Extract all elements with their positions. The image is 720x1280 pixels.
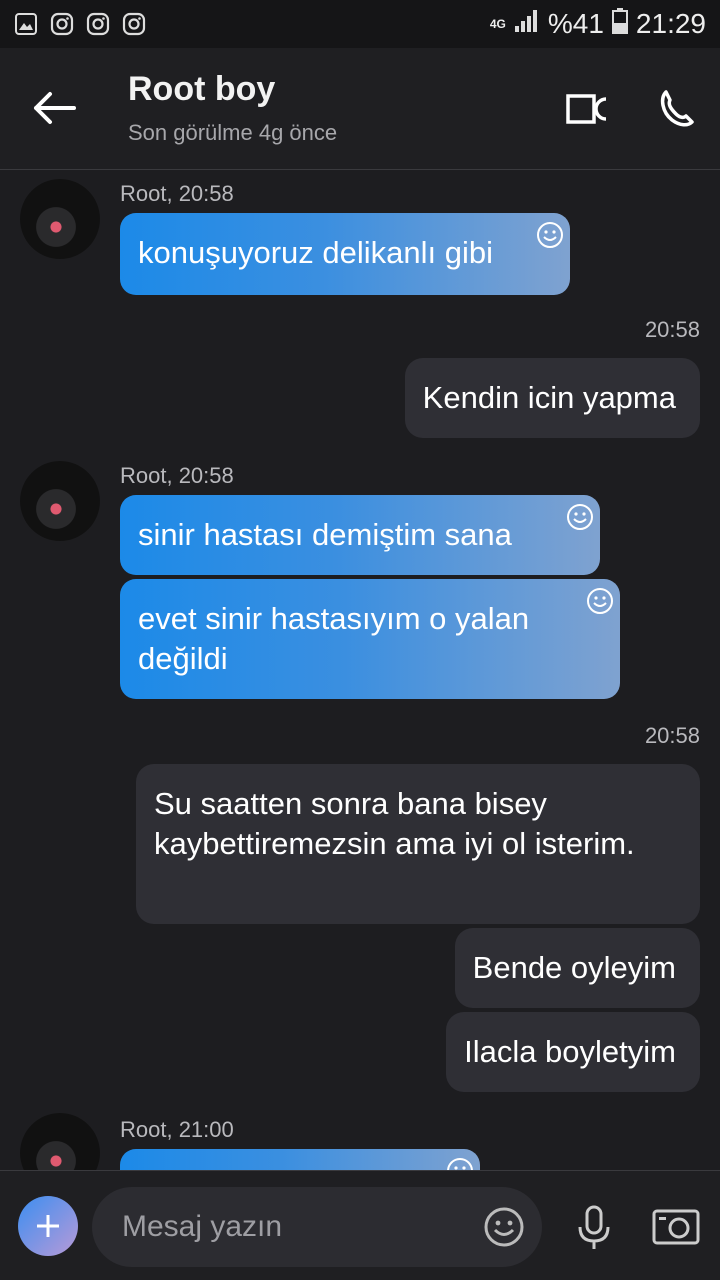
contact-avatar[interactable] [20,1113,100,1170]
message-input-container [92,1187,542,1267]
message-text: Kendin icin yapma [422,380,676,415]
message-text: Su saatten sonra bana bisey kaybettireme… [154,786,635,861]
contact-avatar[interactable] [20,461,100,541]
microphone-icon[interactable] [576,1205,612,1251]
message-list[interactable]: Root, 20:58 konuşuyoruz delikanlı gibi 2… [0,171,720,1170]
message-time: 20:58 [644,723,700,748]
battery-icon [611,7,628,41]
smiley-reaction-icon[interactable] [566,501,594,530]
contact-name[interactable]: Root boy [128,70,275,109]
smiley-reaction-icon[interactable] [446,1155,474,1170]
message-time: 20:58 [644,317,700,342]
status-bar: 4G %41 21:29 [0,0,720,48]
outgoing-message-bubble[interactable]: Ilacla boyletyim [446,1012,700,1092]
battery-level: %41 [547,8,604,39]
instagram-icon [86,12,110,36]
smiley-reaction-icon[interactable] [586,585,614,614]
contact-avatar[interactable] [20,179,100,259]
instagram-icon [50,12,74,36]
smiley-reaction-icon[interactable] [536,219,564,248]
outgoing-message-bubble[interactable]: Bende oyleyim [454,928,700,1008]
plus-icon [37,1215,59,1237]
emoji-icon[interactable] [482,1205,526,1249]
chat-header: Root boy Son görülme 4g önce [0,48,720,170]
message-text: Bende oyleyim [472,950,676,985]
camera-icon[interactable] [652,1209,700,1245]
network-type: 4G [489,17,506,31]
message-text: evet sinir hastasıyım o yalan değildi [138,601,530,676]
sender-time: Root, 20:58 [120,181,234,206]
incoming-message-bubble[interactable] [120,1149,480,1170]
add-attachment-button[interactable] [18,1196,78,1256]
gallery-icon [14,12,38,36]
message-input[interactable] [122,1187,462,1267]
clock: 21:29 [635,8,706,39]
message-text: konuşuyoruz delikanlı gibi [138,235,493,270]
incoming-message-bubble[interactable]: evet sinir hastasıyım o yalan değildi [120,579,620,699]
sender-time: Root, 20:58 [120,463,234,488]
incoming-message-bubble[interactable]: konuşuyoruz delikanlı gibi [120,213,570,295]
outgoing-message-bubble[interactable]: Kendin icin yapma [404,358,700,438]
video-call-icon[interactable] [566,92,610,126]
message-composer [0,1170,720,1280]
instagram-icon [122,12,146,36]
sender-time: Root, 21:00 [120,1117,234,1142]
message-text: sinir hastası demiştim sana [138,517,512,552]
message-text: Ilacla boyletyim [464,1034,676,1069]
outgoing-message-bubble[interactable]: Su saatten sonra bana bisey kaybettireme… [136,764,700,924]
incoming-message-bubble[interactable]: sinir hastası demiştim sana [120,495,600,575]
last-seen-status: Son görülme 4g önce [128,120,338,145]
back-arrow-icon[interactable] [30,86,80,130]
signal-icon [514,8,540,40]
phone-call-icon[interactable] [656,88,696,128]
